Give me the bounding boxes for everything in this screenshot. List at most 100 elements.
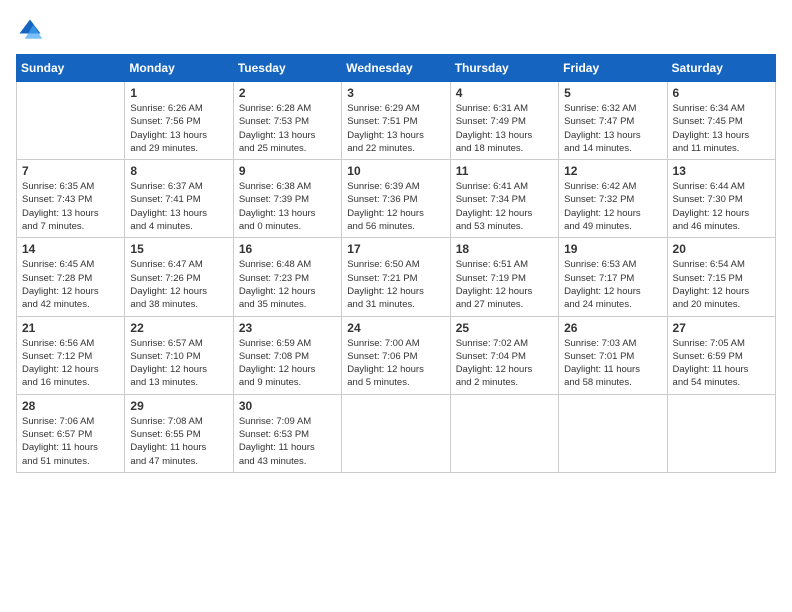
weekday-header: Sunday [17, 55, 125, 82]
day-number: 2 [239, 86, 336, 100]
weekday-header: Wednesday [342, 55, 450, 82]
calendar-week-row: 1 Sunrise: 6:26 AM Sunset: 7:56 PM Daylig… [17, 82, 776, 160]
calendar-cell [342, 394, 450, 472]
day-info: Sunrise: 6:38 AM Sunset: 7:39 PM Dayligh… [239, 180, 336, 233]
day-info: Sunrise: 6:54 AM Sunset: 7:15 PM Dayligh… [673, 258, 770, 311]
page-header [16, 16, 776, 44]
calendar-cell: 3 Sunrise: 6:29 AM Sunset: 7:51 PM Daylig… [342, 82, 450, 160]
day-info: Sunrise: 7:03 AM Sunset: 7:01 PM Dayligh… [564, 337, 661, 390]
day-info: Sunrise: 6:53 AM Sunset: 7:17 PM Dayligh… [564, 258, 661, 311]
calendar-cell: 4 Sunrise: 6:31 AM Sunset: 7:49 PM Daylig… [450, 82, 558, 160]
calendar-cell: 23Sunrise: 6:59 AM Sunset: 7:08 PM Dayli… [233, 316, 341, 394]
calendar-cell: 19 Sunrise: 6:53 AM Sunset: 7:17 PM Dayli… [559, 238, 667, 316]
day-number: 22 [130, 321, 227, 335]
day-number: 4 [456, 86, 553, 100]
day-info: Sunrise: 7:09 AM Sunset: 6:53 PM Dayligh… [239, 415, 336, 468]
day-info: Sunrise: 6:26 AM Sunset: 7:56 PM Dayligh… [130, 102, 227, 155]
day-info: Sunrise: 6:48 AM Sunset: 7:23 PM Dayligh… [239, 258, 336, 311]
day-number: 24 [347, 321, 444, 335]
calendar-cell: 30 Sunrise: 7:09 AM Sunset: 6:53 PM Dayli… [233, 394, 341, 472]
calendar-cell [17, 82, 125, 160]
calendar-cell: 18 Sunrise: 6:51 AM Sunset: 7:19 PM Dayli… [450, 238, 558, 316]
day-info: Sunrise: 6:47 AM Sunset: 7:26 PM Dayligh… [130, 258, 227, 311]
day-number: 8 [130, 164, 227, 178]
day-number: 10 [347, 164, 444, 178]
calendar-table: SundayMondayTuesdayWednesdayThursdayFrid… [16, 54, 776, 473]
weekday-header: Saturday [667, 55, 775, 82]
day-info: Sunrise: 6:51 AM Sunset: 7:19 PM Dayligh… [456, 258, 553, 311]
day-number: 28 [22, 399, 119, 413]
weekday-header: Monday [125, 55, 233, 82]
calendar-cell: 10 Sunrise: 6:39 AM Sunset: 7:36 PM Dayli… [342, 160, 450, 238]
day-info: Sunrise: 6:41 AM Sunset: 7:34 PM Dayligh… [456, 180, 553, 233]
day-number: 5 [564, 86, 661, 100]
day-number: 17 [347, 242, 444, 256]
calendar-cell: 5 Sunrise: 6:32 AM Sunset: 7:47 PM Daylig… [559, 82, 667, 160]
calendar-cell [667, 394, 775, 472]
day-number: 20 [673, 242, 770, 256]
day-number: 25 [456, 321, 553, 335]
calendar-cell: 8 Sunrise: 6:37 AM Sunset: 7:41 PM Daylig… [125, 160, 233, 238]
day-info: Sunrise: 6:39 AM Sunset: 7:36 PM Dayligh… [347, 180, 444, 233]
calendar-cell: 24 Sunrise: 7:00 AM Sunset: 7:06 PM Dayli… [342, 316, 450, 394]
calendar-cell: 11 Sunrise: 6:41 AM Sunset: 7:34 PM Dayli… [450, 160, 558, 238]
day-info: Sunrise: 6:31 AM Sunset: 7:49 PM Dayligh… [456, 102, 553, 155]
day-number: 11 [456, 164, 553, 178]
calendar-cell: 25 Sunrise: 7:02 AM Sunset: 7:04 PM Dayli… [450, 316, 558, 394]
day-info: Sunrise: 7:08 AM Sunset: 6:55 PM Dayligh… [130, 415, 227, 468]
day-info: Sunrise: 6:37 AM Sunset: 7:41 PM Dayligh… [130, 180, 227, 233]
day-info: Sunrise: 6:56 AM Sunset: 7:12 PM Dayligh… [22, 337, 119, 390]
calendar-cell: 9Sunrise: 6:38 AM Sunset: 7:39 PM Daylig… [233, 160, 341, 238]
day-number: 15 [130, 242, 227, 256]
calendar-cell: 1 Sunrise: 6:26 AM Sunset: 7:56 PM Daylig… [125, 82, 233, 160]
day-number: 13 [673, 164, 770, 178]
day-number: 26 [564, 321, 661, 335]
day-info: Sunrise: 6:59 AM Sunset: 7:08 PM Dayligh… [239, 337, 336, 390]
calendar-cell: 14Sunrise: 6:45 AM Sunset: 7:28 PM Dayli… [17, 238, 125, 316]
day-info: Sunrise: 6:29 AM Sunset: 7:51 PM Dayligh… [347, 102, 444, 155]
logo [16, 16, 48, 44]
day-info: Sunrise: 6:28 AM Sunset: 7:53 PM Dayligh… [239, 102, 336, 155]
calendar-week-row: 21 Sunrise: 6:56 AM Sunset: 7:12 PM Dayli… [17, 316, 776, 394]
calendar-cell: 13 Sunrise: 6:44 AM Sunset: 7:30 PM Dayli… [667, 160, 775, 238]
day-number: 19 [564, 242, 661, 256]
day-info: Sunrise: 6:32 AM Sunset: 7:47 PM Dayligh… [564, 102, 661, 155]
day-info: Sunrise: 7:00 AM Sunset: 7:06 PM Dayligh… [347, 337, 444, 390]
day-number: 27 [673, 321, 770, 335]
calendar-cell: 28 Sunrise: 7:06 AM Sunset: 6:57 PM Dayli… [17, 394, 125, 472]
day-info: Sunrise: 7:06 AM Sunset: 6:57 PM Dayligh… [22, 415, 119, 468]
day-number: 3 [347, 86, 444, 100]
day-number: 18 [456, 242, 553, 256]
calendar-cell: 15 Sunrise: 6:47 AM Sunset: 7:26 PM Dayli… [125, 238, 233, 316]
calendar-cell: 29 Sunrise: 7:08 AM Sunset: 6:55 PM Dayli… [125, 394, 233, 472]
day-info: Sunrise: 6:34 AM Sunset: 7:45 PM Dayligh… [673, 102, 770, 155]
calendar-cell: 16 Sunrise: 6:48 AM Sunset: 7:23 PM Dayli… [233, 238, 341, 316]
calendar-cell [450, 394, 558, 472]
day-number: 29 [130, 399, 227, 413]
calendar-week-row: 14Sunrise: 6:45 AM Sunset: 7:28 PM Dayli… [17, 238, 776, 316]
calendar-cell: 20 Sunrise: 6:54 AM Sunset: 7:15 PM Dayli… [667, 238, 775, 316]
day-number: 30 [239, 399, 336, 413]
day-number: 16 [239, 242, 336, 256]
calendar-cell: 26 Sunrise: 7:03 AM Sunset: 7:01 PM Dayli… [559, 316, 667, 394]
calendar-week-row: 7Sunrise: 6:35 AM Sunset: 7:43 PM Daylig… [17, 160, 776, 238]
day-info: Sunrise: 6:57 AM Sunset: 7:10 PM Dayligh… [130, 337, 227, 390]
calendar-cell: 7Sunrise: 6:35 AM Sunset: 7:43 PM Daylig… [17, 160, 125, 238]
calendar-cell: 21 Sunrise: 6:56 AM Sunset: 7:12 PM Dayli… [17, 316, 125, 394]
day-number: 21 [22, 321, 119, 335]
weekday-header: Tuesday [233, 55, 341, 82]
weekday-header: Friday [559, 55, 667, 82]
calendar-week-row: 28 Sunrise: 7:06 AM Sunset: 6:57 PM Dayli… [17, 394, 776, 472]
day-number: 14 [22, 242, 119, 256]
day-info: Sunrise: 7:05 AM Sunset: 6:59 PM Dayligh… [673, 337, 770, 390]
day-info: Sunrise: 7:02 AM Sunset: 7:04 PM Dayligh… [456, 337, 553, 390]
logo-icon [16, 16, 44, 44]
day-info: Sunrise: 6:35 AM Sunset: 7:43 PM Dayligh… [22, 180, 119, 233]
day-info: Sunrise: 6:44 AM Sunset: 7:30 PM Dayligh… [673, 180, 770, 233]
day-info: Sunrise: 6:50 AM Sunset: 7:21 PM Dayligh… [347, 258, 444, 311]
day-number: 1 [130, 86, 227, 100]
calendar-cell: 17 Sunrise: 6:50 AM Sunset: 7:21 PM Dayli… [342, 238, 450, 316]
calendar-cell: 2 Sunrise: 6:28 AM Sunset: 7:53 PM Daylig… [233, 82, 341, 160]
weekday-header: Thursday [450, 55, 558, 82]
calendar-cell [559, 394, 667, 472]
